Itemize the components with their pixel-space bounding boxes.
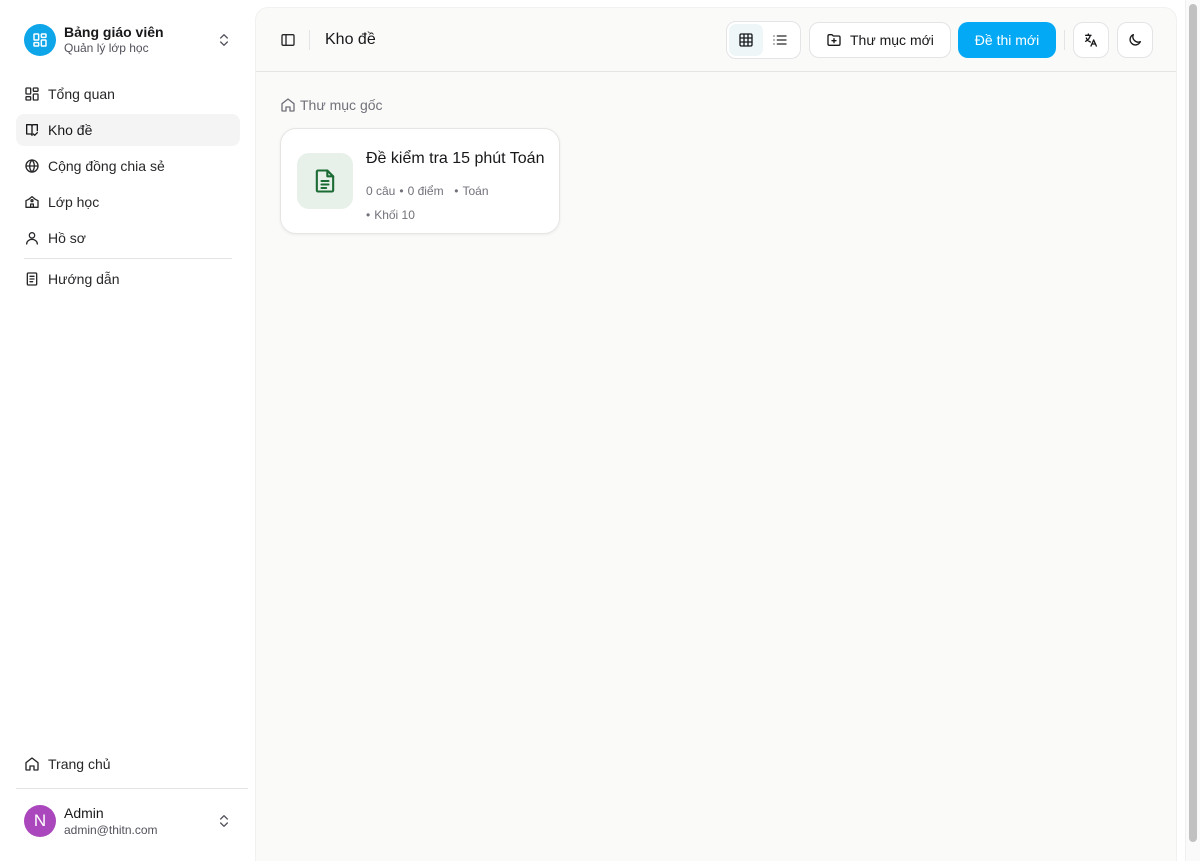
exam-title: Đề kiểm tra 15 phút Toán (366, 150, 545, 167)
dashboard-icon (25, 87, 39, 101)
new-folder-button[interactable]: Thư mục mới (809, 22, 951, 58)
header-divider (1064, 30, 1065, 50)
sidebar-item-home[interactable]: Trang chủ (16, 748, 240, 780)
sidebar-item-guide[interactable]: Hướng dẫn (16, 263, 240, 295)
sidebar-toggle-button[interactable] (276, 28, 300, 52)
moon-icon (1129, 34, 1141, 46)
new-folder-label: Thư mục mới (850, 32, 934, 48)
page-scrollbar[interactable] (1185, 0, 1200, 861)
document-icon (297, 153, 353, 209)
new-exam-button[interactable]: Đề thi mới (958, 22, 1056, 58)
sidebar-footer-divider (16, 788, 248, 789)
chevrons-up-down-icon (220, 34, 228, 46)
language-button[interactable] (1073, 22, 1109, 58)
user-menu[interactable]: N Admin admin@thitn.com (16, 797, 240, 845)
home-icon (281, 98, 295, 112)
sidebar-item-profile[interactable]: Hồ sơ (16, 222, 240, 254)
view-mode-toggle (726, 21, 801, 59)
exam-questions: 0 câu (366, 184, 396, 198)
brand-title: Bảng giáo viên (64, 24, 164, 40)
list-view-button[interactable] (763, 24, 797, 56)
book-guide-icon (26, 272, 38, 286)
home-icon (25, 757, 39, 771)
book-icon (26, 124, 38, 136)
sidebar-nav: Tổng quan Kho đề Cộng đồng chia sẻ Lớp h… (16, 78, 240, 299)
exam-card[interactable]: Đề kiểm tra 15 phút Toán 0 câu • 0 điểm • T… (280, 128, 560, 234)
list-icon (773, 35, 787, 45)
brand-logo-icon (24, 24, 56, 56)
sidebar-item-label: Lớp học (48, 194, 100, 210)
sidebar-divider (24, 258, 232, 259)
sidebar-item-label: Hồ sơ (48, 230, 86, 246)
sidebar-item-label: Hướng dẫn (48, 271, 120, 287)
page-title: Kho đề (325, 31, 376, 48)
translate-icon (1085, 33, 1097, 47)
brand-subtitle: Quản lý lớp học (64, 41, 149, 55)
user-name: Admin (64, 804, 104, 821)
panel-left-icon (281, 34, 295, 46)
brand-switcher[interactable]: Bảng giáo viên Quản lý lớp học (16, 16, 240, 64)
exam-subject: Toán (462, 184, 489, 198)
exam-points: 0 điểm (407, 184, 444, 198)
school-icon (25, 196, 39, 208)
sidebar-item-label: Trang chủ (48, 756, 111, 772)
breadcrumb-label: Thư mục gốc (300, 97, 383, 113)
grid-icon (739, 33, 753, 47)
user-icon (26, 232, 38, 245)
sidebar-item-label: Tổng quan (48, 86, 115, 102)
user-email: admin@thitn.com (64, 822, 158, 837)
breadcrumb-root[interactable]: Thư mục gốc (280, 97, 383, 113)
sidebar-item-community[interactable]: Cộng đồng chia sẻ (16, 150, 240, 182)
sidebar-item-exam-bank[interactable]: Kho đề (16, 114, 240, 146)
sidebar-item-label: Cộng đồng chia sẻ (48, 158, 165, 174)
chevrons-up-down-icon (220, 815, 228, 827)
exam-meta: 0 câu • 0 điểm • Toán • Khối 10 (366, 184, 489, 222)
page-header: Kho đề Thư mục mới Đề thi mới (256, 8, 1176, 72)
folder-plus-icon (827, 34, 841, 46)
exam-grade: Khối 10 (374, 208, 415, 222)
sidebar-item-classes[interactable]: Lớp học (16, 186, 240, 218)
theme-toggle-button[interactable] (1117, 22, 1153, 58)
grid-view-button[interactable] (729, 24, 763, 56)
main-content: Kho đề Thư mục mới Đề thi mới Thư mục gố… (256, 8, 1176, 861)
header-divider (309, 30, 310, 50)
sidebar-item-label: Kho đề (48, 122, 93, 138)
sidebar: Bảng giáo viên Quản lý lớp học Tổng quan… (0, 0, 248, 861)
scrollbar-thumb[interactable] (1189, 4, 1197, 842)
sidebar-item-overview[interactable]: Tổng quan (16, 78, 240, 110)
avatar: N (24, 805, 56, 837)
globe-icon (25, 159, 39, 173)
